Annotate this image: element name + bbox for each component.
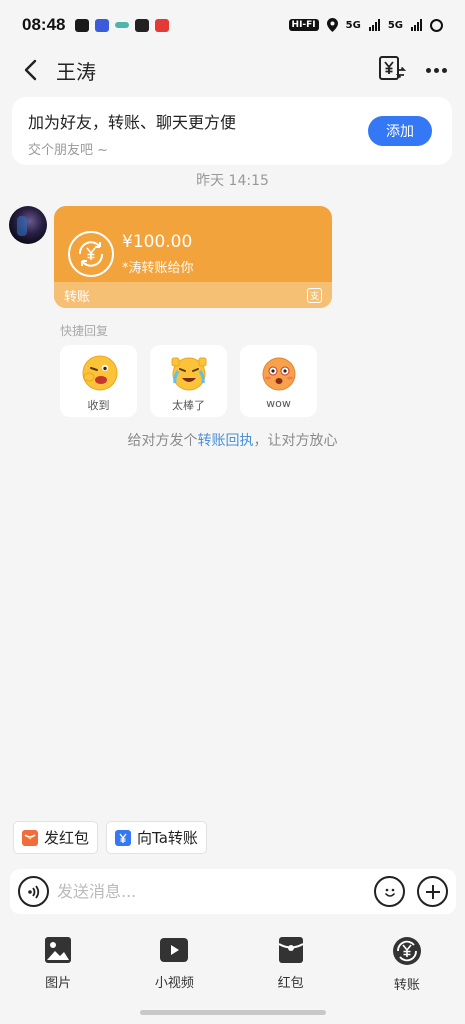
yen-icon xyxy=(115,829,132,846)
hint-suffix: ，让对方放心 xyxy=(253,433,338,449)
app-notification-icon xyxy=(135,18,150,32)
shortcut-chips: 发红包 向Ta转账 xyxy=(13,821,207,854)
transfer-receipt-hint: 给对方发个转账回执，让对方放心 xyxy=(0,430,465,450)
toolbar-red-envelope-label: 红包 xyxy=(277,976,304,991)
app-notification-icon xyxy=(155,18,170,32)
winking-emoji-icon xyxy=(82,355,117,391)
toolbar-image[interactable]: 图片 xyxy=(0,936,116,996)
quick-reply-received[interactable]: 收到 xyxy=(60,345,137,417)
quick-reply-label: 快捷回复 xyxy=(60,324,109,338)
video-icon xyxy=(160,938,189,962)
transfer-receipt-link[interactable]: 转账回执 xyxy=(198,433,254,449)
quick-reply-great[interactable]: 太棒了 xyxy=(150,345,227,417)
image-icon xyxy=(45,937,72,963)
notification-icons xyxy=(75,18,170,32)
message-timestamp: 昨天 14:15 xyxy=(196,173,269,189)
battery-ring-icon xyxy=(430,18,443,32)
toolbar-red-envelope[interactable]: 红包 xyxy=(233,936,349,996)
home-indicator xyxy=(140,1010,326,1015)
transfer-amount: ¥100.00 xyxy=(122,232,193,252)
yen-transfer-icon[interactable] xyxy=(378,55,407,85)
alipay-glyph: 支 xyxy=(309,291,319,302)
signal-icon-2 xyxy=(411,19,422,31)
chevron-left-icon[interactable] xyxy=(18,58,42,82)
toolbar-image-label: 图片 xyxy=(45,976,72,991)
crying-joy-emoji-icon xyxy=(171,357,206,391)
message-composer xyxy=(10,869,456,914)
send-red-envelope-chip[interactable]: 发红包 xyxy=(13,821,99,854)
toolbar-video-label: 小视频 xyxy=(154,976,194,991)
plus-icon[interactable] xyxy=(417,876,448,907)
transfer-icon xyxy=(392,937,421,965)
status-time: 08:48 xyxy=(22,15,66,34)
emoji-icon[interactable] xyxy=(374,876,405,907)
toolbar-video[interactable]: 小视频 xyxy=(116,936,232,996)
quick-reply-label-wow: wow xyxy=(266,397,291,410)
send-red-envelope-label: 发红包 xyxy=(44,829,90,847)
transfer-to-them-label: 向Ta转账 xyxy=(137,829,198,847)
shocked-emoji-icon xyxy=(262,357,295,391)
status-bar: 08:48 HI-FI 5G 5G xyxy=(0,0,465,50)
hint-prefix: 给对方发个 xyxy=(127,433,198,449)
app-notification-icon xyxy=(95,18,110,32)
app-notification-icon xyxy=(75,18,90,32)
app-notification-icon xyxy=(115,22,130,28)
add-friend-banner: 加为好友，转账、聊天更方便 交个朋友吧 ~ 添加 xyxy=(12,97,452,165)
transfer-to-them-chip[interactable]: 向Ta转账 xyxy=(106,821,207,854)
chat-header: 王涛 xyxy=(0,50,465,90)
transfer-footer-label: 转账 xyxy=(64,289,91,305)
add-friend-button[interactable]: 添加 xyxy=(368,116,432,146)
signal-icon xyxy=(368,19,380,31)
quick-reply-label-great: 太棒了 xyxy=(172,399,205,412)
status-indicators: HI-FI 5G 5G xyxy=(288,18,443,32)
network-5g-label-2: 5G xyxy=(387,19,403,31)
hifi-badge: HI-FI xyxy=(288,19,319,31)
message-input[interactable] xyxy=(57,882,374,901)
location-icon xyxy=(326,18,338,32)
yen-transfer-circle-icon xyxy=(68,231,114,277)
alipay-icon: 支 xyxy=(307,287,322,303)
voice-input-icon[interactable] xyxy=(18,876,49,907)
quick-reply-wow[interactable]: wow xyxy=(240,345,317,417)
transfer-message-card[interactable]: ¥100.00 *涛转账给你 转账 支 xyxy=(54,206,332,308)
quick-reply-row: 收到 太棒了 wow xyxy=(60,345,317,417)
bottom-toolbar: 图片 小视频 红包 转账 xyxy=(0,936,465,996)
avatar[interactable] xyxy=(9,206,47,244)
quick-reply-label-received: 收到 xyxy=(87,399,110,412)
toolbar-transfer-label: 转账 xyxy=(393,978,420,993)
toolbar-transfer[interactable]: 转账 xyxy=(349,936,465,996)
red-envelope-icon xyxy=(22,829,38,846)
red-envelope-icon xyxy=(278,937,304,963)
more-dots-icon[interactable] xyxy=(426,67,447,73)
chat-title: 王涛 xyxy=(56,59,96,84)
transfer-note: *涛转账给你 xyxy=(122,261,194,276)
network-5g-label: 5G xyxy=(345,19,361,31)
